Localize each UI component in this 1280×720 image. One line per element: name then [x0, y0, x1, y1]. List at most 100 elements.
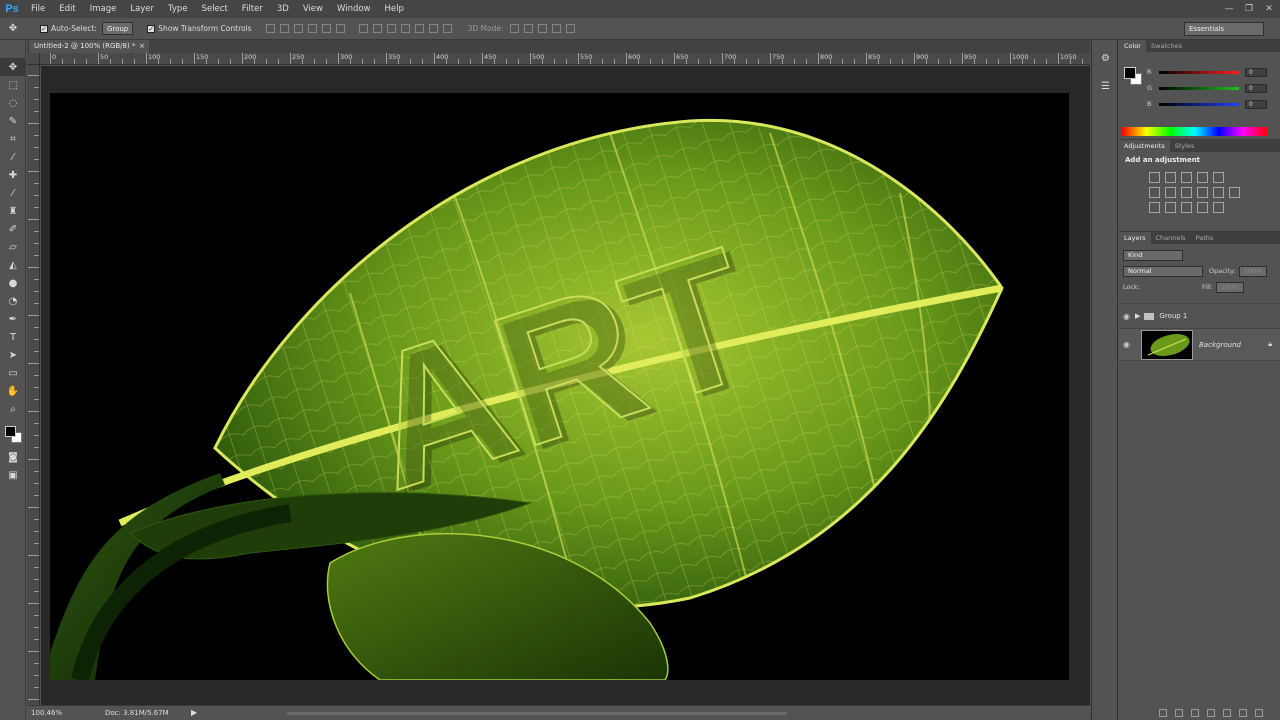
link-layers-icon[interactable]	[1159, 708, 1167, 717]
color-spectrum[interactable]	[1122, 127, 1267, 136]
menu-3d[interactable]: 3D	[270, 0, 296, 18]
selective-color-icon[interactable]	[1213, 202, 1224, 213]
auto-select-checkbox[interactable]: ✓	[40, 24, 48, 33]
path-select-tool-icon[interactable]: ➤	[0, 346, 26, 364]
brush-tool-icon[interactable]: ⁄	[0, 184, 26, 202]
3d-drag-icon[interactable]	[537, 24, 547, 33]
close-icon[interactable]: ×	[139, 40, 145, 53]
menu-layer[interactable]: Layer	[123, 0, 161, 18]
move-tool-preset-icon[interactable]: ✥	[0, 23, 26, 34]
shape-tool-icon[interactable]: ▭	[0, 364, 26, 382]
close-window-button[interactable]: ✕	[1262, 4, 1276, 14]
menu-window[interactable]: Window	[330, 0, 378, 18]
hand-tool-icon[interactable]: ✋	[0, 382, 26, 400]
exposure-icon[interactable]	[1197, 172, 1208, 183]
blue-slider[interactable]	[1159, 102, 1239, 106]
green-slider[interactable]	[1159, 86, 1239, 90]
paint-bucket-tool-icon[interactable]: ◭	[0, 256, 26, 274]
screen-mode-icon[interactable]: ▣	[0, 466, 26, 484]
distribute-right-icon[interactable]	[428, 24, 438, 33]
minimize-button[interactable]: —	[1222, 4, 1236, 14]
document-tab[interactable]: Untitled-2 @ 100% (RGB/8) * ×	[29, 40, 149, 53]
zoom-level[interactable]: 100.46%	[31, 709, 62, 717]
dodge-tool-icon[interactable]: ◔	[0, 292, 26, 310]
menu-filter[interactable]: Filter	[235, 0, 270, 18]
brightness-icon[interactable]	[1149, 172, 1160, 183]
align-vcenter-icon[interactable]	[279, 24, 289, 33]
distribute-bottom-icon[interactable]	[386, 24, 396, 33]
distribute-top-icon[interactable]	[358, 24, 368, 33]
distribute-hcenter-icon[interactable]	[414, 24, 424, 33]
menu-file[interactable]: File	[24, 0, 52, 18]
black-white-icon[interactable]	[1181, 187, 1192, 198]
eyedropper-tool-icon[interactable]: ⁄	[0, 148, 26, 166]
horizontal-scrollbar[interactable]	[287, 712, 787, 715]
color-balance-icon[interactable]	[1165, 187, 1176, 198]
menu-help[interactable]: Help	[378, 0, 411, 18]
eye-icon[interactable]: ◉	[1123, 340, 1135, 349]
document-canvas[interactable]: ART ART	[50, 93, 1069, 680]
blur-tool-icon[interactable]: ●	[0, 274, 26, 292]
workspace-switcher[interactable]: Essentials	[1184, 22, 1264, 36]
lasso-tool-icon[interactable]: ◌	[0, 94, 26, 112]
fx-icon[interactable]	[1175, 708, 1183, 717]
clone-stamp-tool-icon[interactable]: ♜	[0, 202, 26, 220]
new-layer-icon[interactable]	[1239, 708, 1247, 717]
crop-tool-icon[interactable]: ⌗	[0, 130, 26, 148]
show-transform-checkbox[interactable]: ✓	[147, 24, 156, 33]
red-slider[interactable]	[1159, 70, 1239, 74]
vertical-ruler[interactable]	[27, 65, 40, 705]
tab-styles[interactable]: Styles	[1170, 140, 1200, 152]
quick-mask-icon[interactable]: ◙	[0, 448, 26, 466]
levels-icon[interactable]	[1165, 172, 1176, 183]
healing-brush-tool-icon[interactable]: ✚	[0, 166, 26, 184]
red-value[interactable]: 0	[1245, 67, 1267, 77]
pen-tool-icon[interactable]: ✒	[0, 310, 26, 328]
curves-icon[interactable]	[1181, 172, 1192, 183]
history-panel-icon[interactable]: ⚙	[1092, 48, 1119, 68]
horizontal-ruler[interactable]: 0 50 100 150 200 250 300 350 400 450 500 550 600 650 7…	[40, 53, 1090, 65]
color-lookup-icon[interactable]	[1229, 187, 1240, 198]
distribute-vcenter-icon[interactable]	[372, 24, 382, 33]
align-bottom-icon[interactable]	[293, 24, 303, 33]
gradient-map-icon[interactable]	[1197, 202, 1208, 213]
move-tool-icon[interactable]: ✥	[0, 58, 26, 76]
hue-saturation-icon[interactable]	[1149, 187, 1160, 198]
quick-select-tool-icon[interactable]: ✎	[0, 112, 26, 130]
panel-foreground-swatch[interactable]	[1124, 67, 1136, 79]
tab-adjustments[interactable]: Adjustments	[1119, 140, 1170, 152]
align-top-icon[interactable]	[265, 24, 275, 33]
menu-edit[interactable]: Edit	[52, 0, 82, 18]
eraser-tool-icon[interactable]: ▱	[0, 238, 26, 256]
tab-color[interactable]: Color	[1119, 40, 1146, 52]
add-mask-icon[interactable]	[1191, 708, 1199, 717]
menu-view[interactable]: View	[296, 0, 330, 18]
align-hcenter-icon[interactable]	[321, 24, 331, 33]
layer-kind-filter[interactable]: Kind	[1123, 249, 1183, 261]
layer-group-1[interactable]: ◉ ▶ Group 1	[1119, 303, 1280, 329]
opacity-input[interactable]: 100%	[1238, 265, 1268, 277]
fill-input[interactable]: 100%	[1215, 281, 1245, 293]
menu-select[interactable]: Select	[195, 0, 235, 18]
posterize-icon[interactable]	[1165, 202, 1176, 213]
history-brush-tool-icon[interactable]: ✐	[0, 220, 26, 238]
tab-layers[interactable]: Layers	[1119, 232, 1151, 244]
channel-mixer-icon[interactable]	[1213, 187, 1224, 198]
ruler-origin[interactable]	[27, 53, 40, 65]
menu-image[interactable]: Image	[83, 0, 124, 18]
threshold-icon[interactable]	[1181, 202, 1192, 213]
3d-roll-icon[interactable]	[523, 24, 533, 33]
tab-channels[interactable]: Channels	[1151, 232, 1191, 244]
photo-filter-icon[interactable]	[1197, 187, 1208, 198]
restore-button[interactable]: ❐	[1242, 4, 1256, 14]
properties-panel-icon[interactable]: ☰	[1092, 76, 1119, 96]
tab-swatches[interactable]: Swatches	[1146, 40, 1187, 52]
tab-paths[interactable]: Paths	[1191, 232, 1219, 244]
layer-background[interactable]: ◉ Background 🔒︎	[1119, 329, 1280, 361]
eye-icon[interactable]: ◉	[1123, 312, 1135, 321]
3d-rotate-icon[interactable]	[509, 24, 519, 33]
vibrance-icon[interactable]	[1213, 172, 1224, 183]
3d-slide-icon[interactable]	[551, 24, 561, 33]
blue-value[interactable]: 0	[1245, 99, 1267, 109]
distribute-left-icon[interactable]	[400, 24, 410, 33]
